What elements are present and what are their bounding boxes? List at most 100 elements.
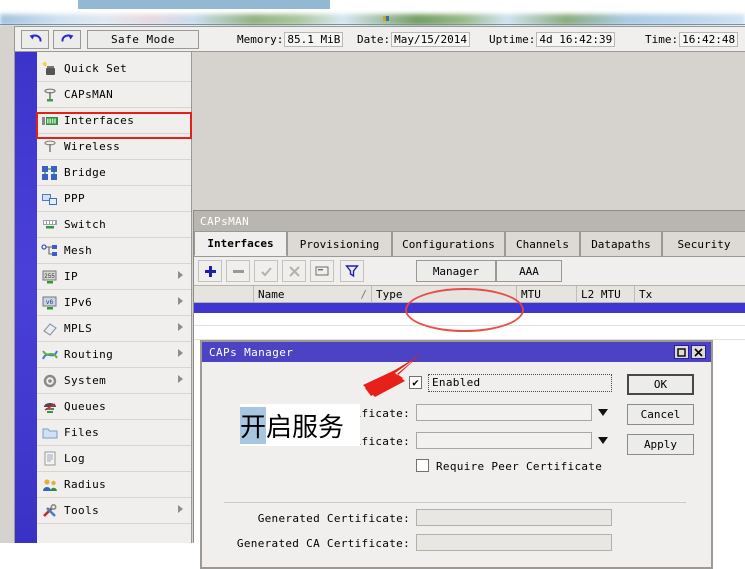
ppp-icon [41,191,59,207]
sidebar-item-label: IP [64,270,79,283]
chevron-right-icon [178,271,183,279]
maximize-icon [677,347,686,357]
sidebar-accent-bar [15,52,37,543]
sidebar-item-label: Log [64,452,86,465]
sidebar-item-tools[interactable]: Tools [37,498,191,524]
column-select [194,286,254,303]
sidebar-item-ppp[interactable]: PPP [37,186,191,212]
status-memory-label: Memory: [237,33,284,46]
column-name[interactable]: Name / [254,286,372,303]
enabled-checkbox[interactable]: ✔ [409,376,422,389]
main-toolbar: Safe Mode Memory: 85.1 MiB Date: May/15/20… [14,26,745,52]
sort-indicator-icon: / [360,288,367,301]
column-type[interactable]: Type [372,286,517,303]
sidebar-item-ip[interactable]: 255 IP [37,264,191,290]
certificate-field[interactable] [416,404,592,421]
chevron-right-icon [178,375,183,383]
ipv6-icon: v6 [41,295,59,311]
sidebar-item-ipv6[interactable]: v6 IPv6 [37,290,191,316]
chevron-right-icon [178,349,183,357]
status-date-label: Date: [357,33,391,46]
dialog-title-bar[interactable]: CAPs Manager [202,342,711,362]
plus-icon [204,265,216,277]
enable-button[interactable] [254,260,278,282]
sidebar-item-label: PPP [64,192,86,205]
mpls-icon [41,321,59,337]
close-button[interactable] [691,345,706,359]
apply-button[interactable]: Apply [627,434,694,455]
sidebar-item-label: Queues [64,400,107,413]
log-icon [41,451,59,467]
chevron-down-icon-2[interactable] [598,437,608,444]
sidebar-item-radius[interactable]: Radius [37,472,191,498]
tab-channels[interactable]: Channels [505,231,580,256]
require-peer-certificate-checkbox[interactable] [416,459,429,472]
filter-funnel-icon [345,265,359,278]
require-peer-certificate-label: Require Peer Certificate [436,460,603,473]
redo-button[interactable] [53,30,81,49]
check-icon [260,266,272,276]
tab-interfaces[interactable]: Interfaces [194,231,287,256]
sidebar-item-mpls[interactable]: MPLS [37,316,191,342]
sidebar-item-queues[interactable]: Queues [37,394,191,420]
sidebar-item-label: Interfaces [64,114,135,127]
status-uptime-value: 4d 16:42:39 [536,32,616,47]
column-l2mtu[interactable]: L2 MTU [577,286,635,303]
capsman-row-toolbar: Manager AAA [194,257,745,285]
manager-button[interactable]: Manager [416,260,496,282]
chevron-right-icon [178,323,183,331]
filter-button[interactable] [340,260,364,282]
comment-button[interactable] [310,260,334,282]
sidebar-item-wireless[interactable]: Wireless [37,134,191,160]
sidebar-item-routing[interactable]: Routing [37,342,191,368]
interfaces-table-header: Name / Type MTU L2 MTU Tx [194,285,745,303]
background-window-tab [78,0,330,9]
chevron-down-icon[interactable] [598,409,608,416]
sidebar-item-label: Switch [64,218,107,231]
column-tx[interactable]: Tx [635,286,745,303]
sidebar-item-quick-set[interactable]: Quick Set [37,56,191,82]
maximize-button[interactable] [674,345,689,359]
generated-ca-certificate-label: Generated CA Certificate: [236,537,410,550]
caps-manager-dialog: CAPs Manager ✔ Enabled Certificate: CA C… [200,340,713,569]
safe-mode-button[interactable]: Safe Mode [87,30,199,49]
sidebar-item-label: Tools [64,504,100,517]
remove-button[interactable] [226,260,250,282]
tab-security[interactable]: Security [662,231,745,256]
system-gear-icon [41,373,59,389]
radius-users-icon [41,477,59,493]
mesh-icon [41,243,59,259]
tab-datapaths[interactable]: Datapaths [580,231,662,256]
status-memory-value: 85.1 MiB [284,32,344,47]
dialog-body: ✔ Enabled Certificate: CA Certificate: R… [206,364,707,567]
aaa-button[interactable]: AAA [496,260,562,282]
sidebar-item-log[interactable]: Log [37,446,191,472]
status-uptime-label: Uptime: [489,33,536,46]
sidebar-item-label: CAPsMAN [64,88,114,101]
sidebar-item-bridge[interactable]: Bridge [37,160,191,186]
sidebar-item-interfaces[interactable]: Interfaces [37,108,191,134]
disable-button[interactable] [282,260,306,282]
sidebar-item-system[interactable]: System [37,368,191,394]
sidebar-item-label: Radius [64,478,107,491]
sidebar-item-switch[interactable]: Switch [37,212,191,238]
capsman-tabs: Interfaces Provisioning Configurations C… [194,231,745,257]
sidebar-item-capsman[interactable]: CAPsMAN [37,82,191,108]
sidebar-item-mesh[interactable]: Mesh [37,238,191,264]
ca-certificate-field[interactable] [416,432,592,449]
ip-icon: 255 [41,269,59,285]
dialog-separator [224,502,686,503]
chevron-right-icon [178,505,183,513]
status-memory: Memory: 85.1 MiB [237,32,344,47]
ok-button[interactable]: OK [627,374,694,395]
cancel-button[interactable]: Cancel [627,404,694,425]
winbox-app-window: Safe Mode Memory: 85.1 MiB Date: May/15/20… [0,26,745,569]
interfaces-icon [41,113,59,129]
column-mtu[interactable]: MTU [517,286,577,303]
queues-icon [41,399,59,415]
tab-configurations[interactable]: Configurations [392,231,505,256]
sidebar-item-files[interactable]: Files [37,420,191,446]
add-button[interactable] [198,260,222,282]
tab-provisioning[interactable]: Provisioning [287,231,392,256]
undo-button[interactable] [21,30,49,49]
